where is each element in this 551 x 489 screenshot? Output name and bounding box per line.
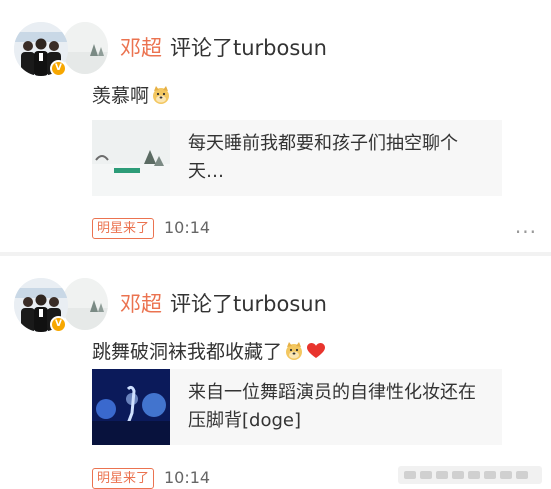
comment-text: 羡慕啊 (92, 82, 171, 110)
quoted-post-thumbnail[interactable] (92, 120, 170, 196)
item-header: 邓超 评论了turbosun (120, 289, 327, 319)
action-text: 评论了 (170, 36, 233, 60)
verified-v-icon: V (50, 316, 67, 333)
secondary-avatar[interactable] (62, 22, 108, 74)
item-footer: 明星来了 10:14 (92, 218, 551, 240)
source-badge[interactable]: 明星来了 (92, 218, 155, 239)
target-user-link[interactable]: turbosun (233, 36, 327, 60)
watermark-overlay (398, 466, 542, 484)
username-link[interactable]: 邓超 (120, 292, 162, 316)
item-footer: 明星来了 10:14 (92, 468, 392, 489)
heart-emoji (307, 343, 326, 358)
item-header: 邓超 评论了turbosun (120, 33, 327, 63)
source-badge[interactable]: 明星来了 (92, 468, 155, 489)
secondary-avatar[interactable] (62, 278, 108, 330)
quoted-post[interactable]: 每天睡前我都要和孩子们抽空聊个天… (92, 120, 502, 196)
feed-item-0[interactable]: V 邓超 评论了turbosun 羡慕啊 每天睡前我都要和孩子们抽空聊个天… 明… (0, 0, 551, 252)
username-link[interactable]: 邓超 (120, 36, 162, 60)
comment-body: 羡慕啊 (92, 85, 150, 107)
feed-item-1[interactable]: V 邓超 评论了turbosun 跳舞破洞袜我都收藏了 来自一位舞蹈演员的自律性… (0, 256, 551, 489)
quoted-post[interactable]: 来自一位舞蹈演员的自律性化妆还在压脚背[doge] (92, 369, 502, 445)
timestamp: 10:14 (164, 218, 211, 237)
doge-emoji (153, 86, 170, 104)
action-text: 评论了 (170, 292, 233, 316)
quoted-post-thumbnail[interactable] (92, 369, 170, 445)
timestamp: 10:14 (164, 468, 211, 487)
comment-body: 跳舞破洞袜我都收藏了 (92, 341, 283, 363)
quoted-post-text: 每天睡前我都要和孩子们抽空聊个天… (188, 133, 458, 182)
verified-v-icon: V (50, 60, 67, 77)
more-options-icon[interactable]: ··· (515, 222, 537, 242)
target-user-link[interactable]: turbosun (233, 292, 327, 316)
quoted-post-text: 来自一位舞蹈演员的自律性化妆还在压脚背[doge] (188, 382, 476, 431)
doge-emoji (286, 342, 303, 360)
comment-text: 跳舞破洞袜我都收藏了 (92, 338, 326, 366)
